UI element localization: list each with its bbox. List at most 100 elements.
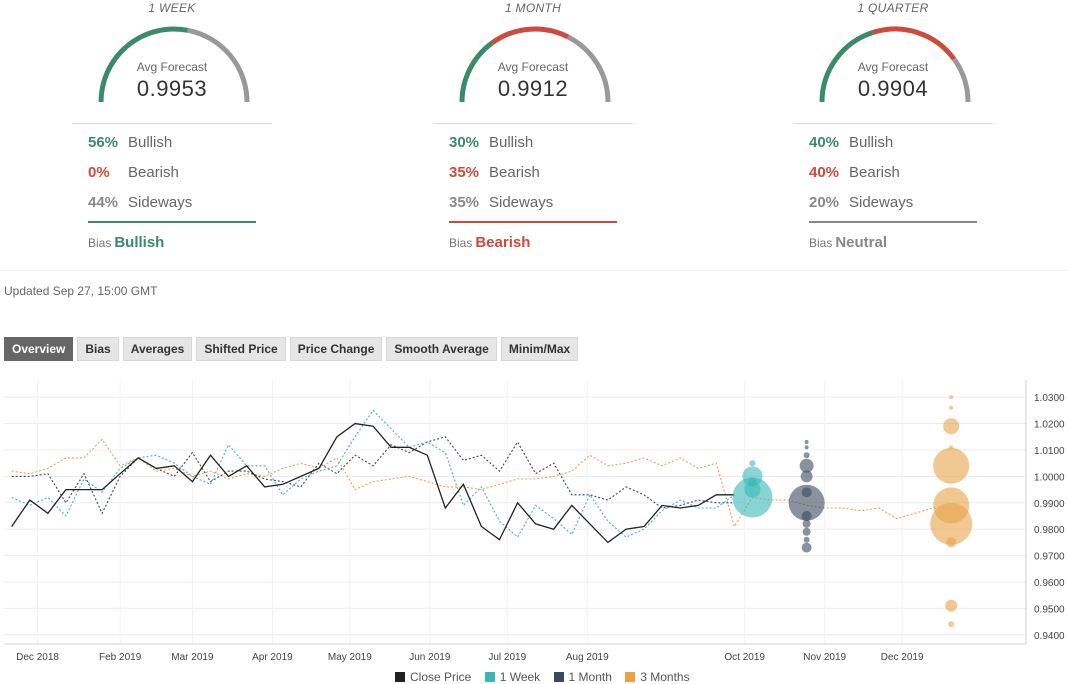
- bullish-label: Bullish: [489, 134, 534, 151]
- y-tick-label: 1.0200: [1034, 420, 1065, 431]
- sideways-label: Sideways: [489, 194, 554, 211]
- avg-forecast-label: Avg Forecast: [857, 60, 929, 74]
- forecast-bubble: [804, 440, 809, 445]
- legend-swatch: [484, 672, 495, 682]
- legend-label: 1 Month: [568, 670, 612, 684]
- chart-grid: [4, 380, 1026, 644]
- forecast-bubble: [804, 445, 809, 450]
- bearish-row: 40% Bearish: [809, 164, 900, 181]
- tab-shifted-price[interactable]: Shifted Price: [196, 337, 286, 361]
- sideways-percent: 44%: [88, 194, 119, 211]
- divider: [433, 123, 633, 124]
- bullish-percent: 30%: [449, 134, 480, 151]
- x-tick-label: Apr 2019: [252, 652, 293, 663]
- chart-tabs: Overview Bias Averages Shifted Price Price C…: [4, 337, 582, 361]
- bearish-label: Bearish: [849, 164, 900, 181]
- x-tick-label: Feb 2019: [99, 652, 142, 663]
- legend-item-1-week[interactable]: 1 Week: [484, 670, 541, 684]
- sideways-row: 20% Sideways: [809, 194, 913, 211]
- bullish-label: Bullish: [128, 134, 173, 151]
- section-divider: [0, 270, 1068, 271]
- forecast-bubble: [945, 599, 958, 612]
- bias-label: Bias: [449, 236, 473, 250]
- bullish-row: 56% Bullish: [88, 134, 172, 151]
- legend-item-1-month[interactable]: 1 Month: [553, 670, 612, 684]
- bearish-label: Bearish: [489, 164, 540, 181]
- avg-forecast-label: Avg Forecast: [136, 60, 208, 74]
- y-tick-label: 1.0300: [1034, 393, 1065, 404]
- forecast-bubble: [948, 621, 955, 628]
- sideways-percent: 20%: [809, 194, 840, 211]
- bias-indicator: Bias Bearish: [449, 234, 530, 251]
- x-tick-label: Dec 2018: [16, 652, 59, 663]
- avg-forecast-value: 0.9904: [857, 76, 929, 101]
- tab-overview[interactable]: Overview: [4, 337, 74, 361]
- bias-indicator: Bias Neutral: [809, 234, 887, 251]
- bias-divider: [449, 221, 617, 223]
- legend-label: Close Price: [410, 670, 472, 684]
- y-tick-label: 0.9700: [1034, 552, 1065, 563]
- forecast-bubble: [949, 445, 954, 450]
- y-tick-label: 0.9600: [1034, 578, 1065, 589]
- sideways-row: 44% Sideways: [88, 194, 192, 211]
- tab-price-change[interactable]: Price Change: [289, 337, 383, 361]
- x-tick-label: Mar 2019: [171, 652, 214, 663]
- forecast-bubble: [803, 536, 810, 543]
- bias-indicator: Bias Bullish: [88, 234, 164, 251]
- y-tick-label: 0.9400: [1034, 631, 1065, 642]
- x-tick-label: Aug 2019: [566, 652, 609, 663]
- x-tick-label: Oct 2019: [724, 652, 765, 663]
- legend-label: 1 Week: [499, 670, 541, 684]
- chart-legend: Close Price 1 Week 1 Month 3 Months: [395, 670, 700, 684]
- forecast-bubble: [933, 447, 970, 484]
- legend-label: 3 Months: [640, 670, 690, 684]
- y-tick-label: 1.0100: [1034, 446, 1065, 457]
- divider: [793, 123, 993, 124]
- bullish-label: Bullish: [849, 134, 894, 151]
- bullish-percent: 56%: [88, 134, 119, 151]
- forecast-bubble: [949, 405, 954, 410]
- bullish-row: 30% Bullish: [449, 134, 533, 151]
- x-tick-label: Nov 2019: [803, 652, 846, 663]
- bias-divider: [809, 221, 977, 223]
- tab-averages[interactable]: Averages: [122, 337, 193, 361]
- y-tick-label: 1.0000: [1034, 472, 1065, 483]
- forecast-bubble: [749, 460, 756, 467]
- bearish-percent: 0%: [88, 164, 110, 181]
- sideways-row: 35% Sideways: [449, 194, 553, 211]
- bearish-percent: 40%: [809, 164, 840, 181]
- forecast-bubble: [949, 395, 954, 400]
- avg-forecast-value: 0.9953: [136, 76, 208, 101]
- forecast-bubble: [803, 452, 810, 459]
- gauge-bearish-arc: [490, 26, 570, 45]
- bearish-row: 35% Bearish: [449, 164, 540, 181]
- legend-item-close-price[interactable]: Close Price: [395, 670, 471, 684]
- forecast-bubble: [801, 542, 812, 553]
- bias-label: Bias: [809, 236, 833, 250]
- forecast-bubble: [801, 487, 812, 498]
- forecast-bubble: [946, 537, 957, 548]
- legend-item-3-months[interactable]: 3 Months: [625, 670, 690, 684]
- gauge-bearish-arc: [871, 26, 957, 61]
- period-title: 1 QUARTER: [857, 1, 929, 15]
- legend-swatch: [625, 672, 636, 682]
- tab-bias[interactable]: Bias: [77, 337, 119, 361]
- bullish-percent: 40%: [809, 134, 840, 151]
- x-tick-label: May 2019: [328, 652, 372, 663]
- tab-minim-max[interactable]: Minim/Max: [500, 337, 579, 361]
- tab-smooth-average[interactable]: Smooth Average: [386, 337, 497, 361]
- forecast-bubbles-1-week: [732, 460, 773, 518]
- divider: [72, 123, 272, 124]
- forecast-bubble: [801, 510, 812, 521]
- y-tick-label: 0.9900: [1034, 499, 1065, 510]
- bias-value: Neutral: [835, 234, 888, 251]
- x-tick-label: Jul 2019: [488, 652, 526, 663]
- bearish-row: 0% Bearish: [88, 164, 179, 181]
- bearish-label: Bearish: [128, 164, 179, 181]
- sideways-label: Sideways: [849, 194, 914, 211]
- bullish-row: 40% Bullish: [809, 134, 893, 151]
- avg-forecast-label: Avg Forecast: [497, 60, 569, 74]
- forecast-bubble: [802, 519, 811, 528]
- forecast-bubbles-1-month: [788, 440, 825, 553]
- bias-value: Bullish: [114, 234, 165, 251]
